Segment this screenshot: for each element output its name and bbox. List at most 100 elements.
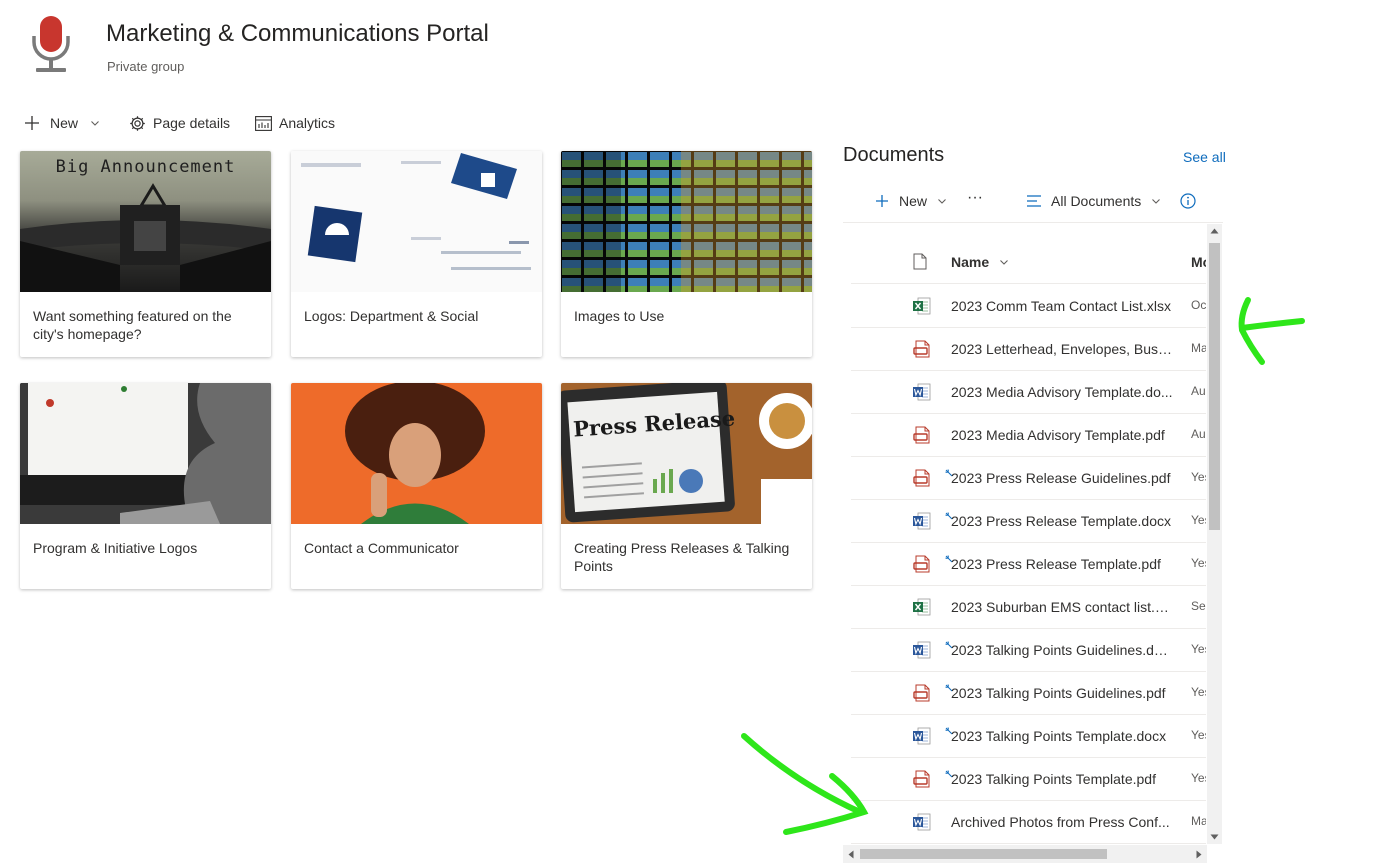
file-row[interactable]: 2023 Letterhead, Envelopes, Busin... Ma bbox=[851, 327, 1206, 371]
microphone-icon bbox=[32, 16, 70, 72]
documents-new-button[interactable]: New bbox=[875, 191, 947, 211]
chevron-down-icon bbox=[91, 121, 99, 126]
vertical-scroll-thumb[interactable] bbox=[1209, 243, 1220, 530]
scroll-up-icon[interactable] bbox=[1210, 228, 1219, 234]
file-row[interactable]: 2023 Suburban EMS contact list.xl... Sep bbox=[851, 585, 1206, 629]
file-modified: Sep bbox=[1191, 599, 1206, 613]
arrow-annotation-down-right bbox=[741, 733, 869, 835]
file-name[interactable]: 2023 Talking Points Guidelines.pdf bbox=[951, 685, 1173, 701]
tile-label: Want something featured on the city's ho… bbox=[33, 308, 232, 342]
pdf-file-icon bbox=[913, 469, 931, 490]
chevron-down-icon bbox=[1152, 199, 1161, 204]
file-name[interactable]: 2023 Comm Team Contact List.xlsx bbox=[951, 298, 1173, 314]
plus-icon bbox=[25, 116, 39, 130]
more-options-button[interactable]: ··· bbox=[967, 188, 983, 208]
modified-column-header[interactable]: Mo bbox=[1191, 254, 1206, 270]
list-header: Name Mo bbox=[851, 240, 1206, 284]
file-row[interactable]: 2023 Comm Team Contact List.xlsx Oc bbox=[851, 284, 1206, 328]
file-modified: Yes bbox=[1191, 470, 1206, 484]
site-logo bbox=[22, 12, 80, 76]
file-row[interactable]: 2023 Talking Points Guidelines.pdf Yes bbox=[851, 671, 1206, 715]
file-row[interactable]: 2023 Talking Points Template.docx Yes bbox=[851, 714, 1206, 758]
tile-label: Logos: Department & Social bbox=[304, 308, 479, 324]
file-name[interactable]: 2023 Talking Points Template.pdf bbox=[951, 771, 1173, 787]
excel-file-icon bbox=[913, 598, 931, 619]
horizontal-scroll-thumb[interactable] bbox=[860, 849, 1107, 859]
file-row[interactable]: Archived Photos from Press Conf... Ma bbox=[851, 800, 1206, 844]
see-all-link[interactable]: See all bbox=[1183, 149, 1226, 165]
scroll-right-icon[interactable] bbox=[1196, 850, 1202, 859]
tile-featured-homepage[interactable]: Big Announcement Want something featured… bbox=[20, 151, 271, 357]
file-row[interactable]: 2023 Media Advisory Template.pdf Au bbox=[851, 413, 1206, 457]
word-file-icon bbox=[913, 512, 931, 533]
file-row[interactable]: 2023 Media Advisory Template.do... Au bbox=[851, 370, 1206, 414]
analytics-button[interactable]: Analytics bbox=[255, 113, 335, 133]
documents-list: Name Mo 2023 Comm Team Contact List.xlsx… bbox=[851, 240, 1206, 844]
tile-logos-department-social[interactable]: Logos: Department & Social bbox=[291, 151, 542, 357]
file-type-icon bbox=[913, 253, 927, 270]
view-selector[interactable]: All Documents bbox=[1026, 191, 1161, 211]
name-column-header[interactable]: Name bbox=[951, 254, 1009, 270]
file-modified: Yes bbox=[1191, 685, 1206, 699]
file-name[interactable]: 2023 Media Advisory Template.do... bbox=[951, 384, 1173, 400]
analytics-label: Analytics bbox=[279, 115, 336, 131]
scroll-left-icon[interactable] bbox=[848, 850, 854, 859]
scroll-down-icon[interactable] bbox=[1210, 834, 1219, 840]
vertical-scrollbar[interactable] bbox=[1207, 224, 1222, 844]
typewriter-image: Big Announcement bbox=[20, 151, 271, 292]
page-details-label: Page details bbox=[153, 115, 231, 131]
tile-contact-communicator[interactable]: Contact a Communicator bbox=[291, 383, 542, 589]
tablet-newspaper-image: Press Release bbox=[561, 383, 812, 524]
gear-icon bbox=[130, 115, 145, 131]
file-name[interactable]: 2023 Media Advisory Template.pdf bbox=[951, 427, 1173, 443]
woman-phone-gesture-image bbox=[291, 383, 542, 524]
file-name[interactable]: Archived Photos from Press Conf... bbox=[951, 814, 1173, 830]
video-wall-image bbox=[561, 151, 812, 292]
file-modified: Yes bbox=[1191, 728, 1206, 742]
file-modified: Au bbox=[1191, 384, 1206, 398]
site-title: Marketing & Communications Portal bbox=[106, 20, 489, 47]
file-modified: Oc bbox=[1191, 298, 1206, 312]
name-column-label: Name bbox=[951, 254, 990, 270]
file-row[interactable]: 2023 Press Release Guidelines.pdf Yes bbox=[851, 456, 1206, 500]
word-file-icon bbox=[913, 727, 931, 748]
word-file-icon bbox=[913, 641, 931, 662]
tile-program-initiative-logos[interactable]: Program & Initiative Logos bbox=[20, 383, 271, 589]
chevron-down-icon bbox=[1000, 260, 1008, 265]
documents-new-label: New bbox=[899, 193, 928, 209]
tile-label: Contact a Communicator bbox=[304, 540, 459, 556]
page-details-button[interactable]: Page details bbox=[129, 113, 230, 133]
file-name[interactable]: 2023 Press Release Template.docx bbox=[951, 513, 1173, 529]
file-name[interactable]: 2023 Suburban EMS contact list.xl... bbox=[951, 599, 1173, 615]
word-file-icon bbox=[913, 383, 931, 404]
file-row[interactable]: 2023 Press Release Template.docx Yes bbox=[851, 499, 1206, 543]
documents-title: Documents bbox=[843, 144, 945, 166]
file-name[interactable]: 2023 Press Release Template.pdf bbox=[951, 556, 1173, 572]
file-row[interactable]: 2023 Press Release Template.pdf Yes bbox=[851, 542, 1206, 586]
file-row[interactable]: 2023 Talking Points Guidelines.docx Yes bbox=[851, 628, 1206, 672]
view-lines-icon bbox=[1027, 195, 1041, 207]
file-name[interactable]: 2023 Press Release Guidelines.pdf bbox=[951, 470, 1173, 486]
file-modified: Yes bbox=[1191, 513, 1206, 527]
file-modified: Yes bbox=[1191, 771, 1206, 785]
pdf-file-icon bbox=[913, 340, 931, 361]
file-modified: Au bbox=[1191, 427, 1206, 441]
tile-label: Images to Use bbox=[574, 308, 665, 324]
horizontal-scrollbar[interactable] bbox=[843, 845, 1207, 863]
monitor-image bbox=[20, 383, 271, 524]
pdf-file-icon bbox=[913, 555, 931, 576]
view-label: All Documents bbox=[1051, 193, 1142, 209]
file-name[interactable]: 2023 Letterhead, Envelopes, Busin... bbox=[951, 341, 1173, 357]
info-button[interactable] bbox=[1180, 191, 1196, 211]
pdf-file-icon bbox=[913, 684, 931, 705]
file-name[interactable]: 2023 Talking Points Template.docx bbox=[951, 728, 1173, 744]
file-modified: Yes bbox=[1191, 556, 1206, 570]
logos-image bbox=[291, 151, 542, 292]
file-row[interactable]: 2023 Talking Points Template.pdf Yes bbox=[851, 757, 1206, 801]
info-icon bbox=[1180, 193, 1196, 209]
new-button[interactable]: New bbox=[24, 113, 100, 133]
tile-press-releases-talking-points[interactable]: Press Release Creating Press Releases & … bbox=[561, 383, 812, 589]
tile-images-to-use[interactable]: Images to Use bbox=[561, 151, 812, 357]
file-name[interactable]: 2023 Talking Points Guidelines.docx bbox=[951, 642, 1173, 658]
file-modified: Ma bbox=[1191, 341, 1206, 355]
